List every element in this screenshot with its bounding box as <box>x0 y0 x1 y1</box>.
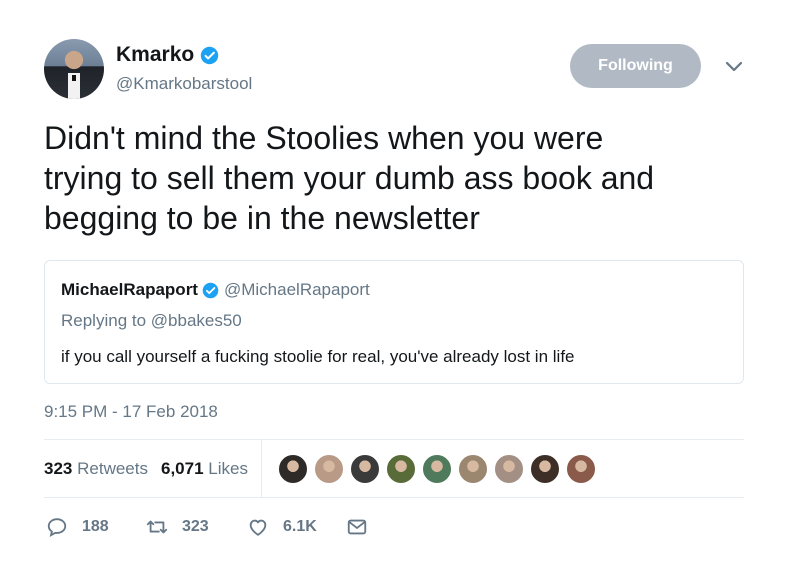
liker-avatar[interactable] <box>277 453 309 485</box>
quoted-author-name: MichaelRapaport <box>61 280 198 299</box>
retweet-icon <box>146 520 168 534</box>
tweet-timestamp[interactable]: 9:15 PM - 17 Feb 2018 <box>44 402 218 422</box>
tweet-stats: 323 Retweets 6,071 Likes <box>44 440 744 498</box>
avatar-bowtie <box>72 75 76 81</box>
like-button[interactable]: 6.1K <box>247 516 317 538</box>
author-name[interactable]: Kmarko <box>116 43 194 67</box>
tweet-actions: 188 323 6.1K <box>44 514 744 544</box>
liker-avatar[interactable] <box>565 453 597 485</box>
divider <box>261 440 262 498</box>
likes-label: Likes <box>208 459 248 478</box>
tweet-text-line: trying to sell them your dumb ass book a… <box>44 160 655 196</box>
direct-message-button[interactable] <box>346 516 368 538</box>
replying-to: Replying to @bbakes50 <box>61 311 242 330</box>
liker-avatars <box>277 453 601 485</box>
retweets-stat[interactable]: 323 Retweets <box>44 459 148 479</box>
author-avatar[interactable] <box>44 39 104 99</box>
liker-avatar[interactable] <box>313 453 345 485</box>
liker-avatar[interactable] <box>349 453 381 485</box>
retweet-count: 323 <box>182 518 209 535</box>
liker-avatar[interactable] <box>457 453 489 485</box>
quoted-tweet[interactable]: MichaelRapaport @MichaelRapaport Replyin… <box>44 260 744 384</box>
tweet-text-line: begging to be in the newsletter <box>44 200 480 236</box>
envelope-icon <box>347 519 367 535</box>
retweets-label: Retweets <box>77 459 148 478</box>
following-button[interactable]: Following <box>570 44 701 88</box>
retweets-count: 323 <box>44 459 73 478</box>
liker-avatar[interactable] <box>529 453 561 485</box>
tweet-text: Didn't mind the Stoolies when you were t… <box>44 118 744 238</box>
reply-button[interactable]: 188 <box>46 516 109 538</box>
tweet-text-line: Didn't mind the Stoolies when you were <box>44 120 604 156</box>
author-handle[interactable]: @Kmarkobarstool <box>116 74 252 94</box>
like-count: 6.1K <box>283 518 317 535</box>
quoted-author-handle: @MichaelRapaport <box>223 280 370 299</box>
likes-count: 6,071 <box>161 459 204 478</box>
chevron-down-icon[interactable] <box>724 59 744 75</box>
retweet-button[interactable]: 323 <box>146 516 209 538</box>
author-name-row: Kmarko <box>116 43 219 67</box>
tweet-header: Kmarko @Kmarkobarstool Following <box>44 39 744 101</box>
divider <box>44 497 744 498</box>
quoted-tweet-header: MichaelRapaport @MichaelRapaport <box>61 280 370 300</box>
heart-icon <box>249 519 267 536</box>
reply-count: 188 <box>82 518 109 535</box>
liker-avatar[interactable] <box>493 453 525 485</box>
liker-avatar[interactable] <box>421 453 453 485</box>
quoted-tweet-text: if you call yourself a fucking stoolie f… <box>61 347 575 366</box>
liker-avatar[interactable] <box>385 453 417 485</box>
likes-stat[interactable]: 6,071 Likes <box>161 459 248 479</box>
reply-icon <box>47 518 67 538</box>
verified-badge-icon <box>200 46 219 64</box>
verified-badge-icon <box>202 282 219 298</box>
